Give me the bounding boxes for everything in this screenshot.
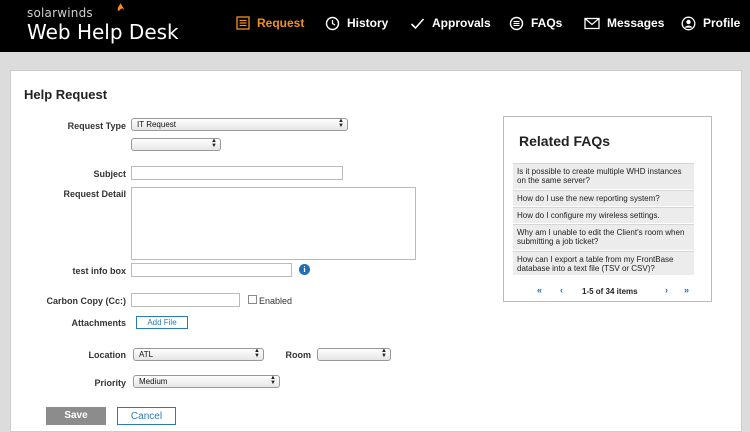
info-icon[interactable]: i: [299, 264, 310, 275]
related-faqs-title: Related FAQs: [519, 133, 611, 149]
pager-text: 1-5 of 34 items: [582, 287, 638, 296]
faq-item[interactable]: How can I export a table from my FrontBa…: [513, 251, 694, 275]
attachments-label: Attachments: [71, 318, 126, 328]
request-type-select[interactable]: IT Request ▲ ▼: [131, 118, 348, 131]
location-value: ATL: [139, 350, 154, 359]
save-button[interactable]: Save: [46, 407, 106, 425]
enabled-label: Enabled: [259, 296, 293, 306]
next-page-icon[interactable]: ›: [665, 285, 668, 295]
envelope-icon: [584, 17, 600, 29]
select-arrows-icon: ▲ ▼: [338, 118, 344, 129]
nav-approvals[interactable]: Approvals: [410, 14, 491, 32]
select-arrows-icon: ▲ ▼: [254, 348, 260, 359]
list-icon: [236, 16, 250, 30]
cc-input[interactable]: [131, 293, 240, 307]
request-type-label: Request Type: [67, 121, 126, 131]
request-type-value: IT Request: [137, 120, 176, 129]
list-circle-icon: [509, 16, 524, 30]
select-arrows-icon: ▲ ▼: [270, 375, 276, 386]
location-select[interactable]: ATL ▲ ▼: [133, 348, 264, 361]
flame-icon: [117, 3, 124, 11]
first-page-icon[interactable]: «: [537, 285, 542, 295]
nav-messages-label: Messages: [607, 16, 665, 30]
room-select[interactable]: ▲ ▼: [317, 348, 391, 361]
add-file-button[interactable]: Add File: [136, 316, 188, 329]
top-navigation-bar: solarwinds Web Help Desk Request History…: [0, 0, 750, 52]
nav-approvals-label: Approvals: [432, 16, 491, 30]
priority-label: Priority: [94, 378, 126, 388]
priority-select[interactable]: Medium ▲ ▼: [133, 375, 280, 388]
product-name: Web Help Desk: [27, 20, 179, 44]
faq-item[interactable]: Is it possible to create multiple WHD in…: [513, 163, 694, 189]
cc-label: Carbon Copy (Cc:): [46, 296, 127, 306]
test-info-label: test info box: [72, 266, 127, 276]
user-icon: [681, 16, 696, 30]
request-detail-textarea[interactable]: [131, 187, 416, 260]
room-label: Room: [285, 350, 312, 360]
nav-request-label: Request: [257, 16, 305, 30]
prev-page-icon[interactable]: ‹: [560, 285, 563, 295]
select-arrows-icon: ▲ ▼: [211, 138, 217, 149]
nav-faqs[interactable]: FAQs: [509, 14, 562, 32]
nav-request[interactable]: Request: [236, 14, 304, 32]
subject-label: Subject: [93, 169, 126, 179]
checkmark-icon: [410, 17, 425, 29]
last-page-icon[interactable]: »: [684, 285, 689, 295]
page-title: Help Request: [24, 87, 108, 102]
priority-value: Medium: [139, 377, 168, 386]
test-info-input[interactable]: [131, 263, 292, 277]
nav-history[interactable]: History: [325, 14, 388, 32]
nav-profile[interactable]: Profile: [681, 14, 740, 32]
faq-item[interactable]: How do I use the new reporting system?: [513, 190, 694, 206]
select-arrows-icon: ▲ ▼: [381, 348, 387, 359]
nav-faqs-label: FAQs: [531, 16, 563, 30]
subject-input[interactable]: [131, 166, 343, 180]
location-label: Location: [88, 350, 127, 360]
cancel-button[interactable]: Cancel: [117, 407, 176, 425]
enabled-checkbox[interactable]: [248, 295, 257, 304]
nav-messages[interactable]: Messages: [584, 14, 664, 32]
faq-item[interactable]: Why am I unable to edit the Client's roo…: [513, 224, 694, 250]
nav-profile-label: Profile: [703, 16, 741, 30]
request-detail-label: Request Detail: [63, 189, 126, 199]
faq-item[interactable]: How do I configure my wireless settings.: [513, 207, 694, 223]
request-subtype-select[interactable]: ▲ ▼: [131, 138, 221, 151]
nav-history-label: History: [347, 16, 389, 30]
brand-name: solarwinds: [27, 6, 93, 20]
clock-icon: [325, 16, 340, 30]
